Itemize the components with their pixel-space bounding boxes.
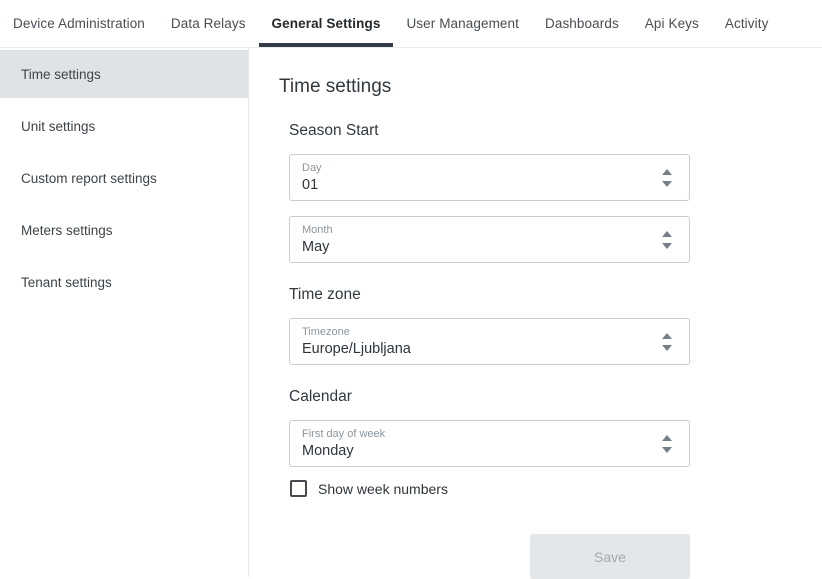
month-spinner-icon[interactable] <box>661 231 673 249</box>
day-spinner-icon[interactable] <box>661 169 673 187</box>
save-button[interactable]: Save <box>530 534 690 579</box>
arrow-down-icon <box>662 345 672 351</box>
month-select-label: Month <box>302 224 689 237</box>
tab-device-administration[interactable]: Device Administration <box>0 0 158 47</box>
first-day-of-week-value: Monday <box>302 443 689 460</box>
day-select-value: 01 <box>302 177 689 194</box>
sidebar-item-tenant-settings[interactable]: Tenant settings <box>0 258 248 306</box>
top-nav: Device Administration Data Relays Genera… <box>0 0 822 48</box>
day-select-label: Day <box>302 162 689 175</box>
sidebar-item-custom-report-settings[interactable]: Custom report settings <box>0 154 248 202</box>
arrow-up-icon <box>662 169 672 175</box>
show-week-numbers-label[interactable]: Show week numbers <box>318 481 448 497</box>
first-day-of-week-select[interactable]: First day of week Monday <box>289 420 690 467</box>
arrow-down-icon <box>662 181 672 187</box>
day-select[interactable]: Day 01 <box>289 154 690 201</box>
sidebar-item-unit-settings[interactable]: Unit settings <box>0 102 248 150</box>
arrow-down-icon <box>662 447 672 453</box>
arrow-up-icon <box>662 435 672 441</box>
section-season-start: Season Start Day 01 Month May <box>289 121 822 263</box>
timezone-select-value: Europe/Ljubljana <box>302 341 689 358</box>
arrow-up-icon <box>662 333 672 339</box>
tab-general-settings[interactable]: General Settings <box>259 0 394 47</box>
first-day-spinner-icon[interactable] <box>661 435 673 453</box>
settings-sidebar: Time settings Unit settings Custom repor… <box>0 48 249 577</box>
section-heading-time-zone: Time zone <box>289 285 822 305</box>
first-day-of-week-label: First day of week <box>302 428 689 441</box>
timezone-select[interactable]: Timezone Europe/Ljubljana <box>289 318 690 365</box>
tab-api-keys[interactable]: Api Keys <box>632 0 712 47</box>
timezone-select-label: Timezone <box>302 326 689 339</box>
arrow-up-icon <box>662 231 672 237</box>
timezone-spinner-icon[interactable] <box>661 333 673 351</box>
arrow-down-icon <box>662 243 672 249</box>
show-week-numbers-checkbox[interactable] <box>290 480 307 497</box>
month-select-value: May <box>302 239 689 256</box>
page-title: Time settings <box>279 74 822 99</box>
month-select[interactable]: Month May <box>289 216 690 263</box>
section-time-zone: Time zone Timezone Europe/Ljubljana <box>289 285 822 365</box>
sidebar-item-meters-settings[interactable]: Meters settings <box>0 206 248 254</box>
save-row: Save <box>289 534 690 579</box>
section-calendar: Calendar First day of week Monday Show w… <box>289 387 822 579</box>
tab-data-relays[interactable]: Data Relays <box>158 0 259 47</box>
sidebar-item-time-settings[interactable]: Time settings <box>0 50 248 98</box>
section-heading-season-start: Season Start <box>289 121 822 141</box>
main-content: Time settings Season Start Day 01 Month … <box>249 48 822 577</box>
tab-dashboards[interactable]: Dashboards <box>532 0 632 47</box>
tab-activity[interactable]: Activity <box>712 0 782 47</box>
tab-user-management[interactable]: User Management <box>393 0 532 47</box>
show-week-numbers-row: Show week numbers <box>290 480 822 497</box>
section-heading-calendar: Calendar <box>289 387 822 407</box>
